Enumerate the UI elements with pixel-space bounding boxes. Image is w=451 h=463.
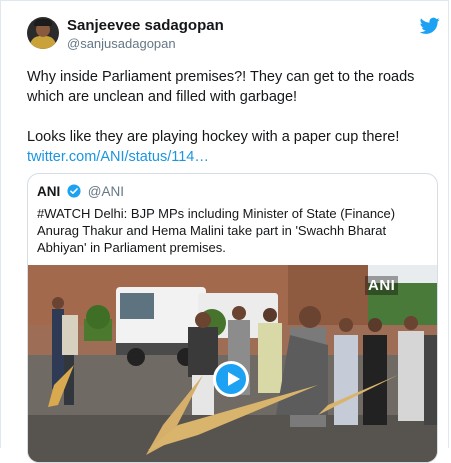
quoted-author-name: ANI: [37, 184, 61, 199]
tweet-card[interactable]: Sanjeevee sadagopan @sanjusadagopan Why …: [0, 0, 449, 463]
quoted-author-handle: @ANI: [87, 184, 124, 199]
tweet-text: Why inside Parliament premises?! They ca…: [27, 67, 437, 167]
avatar[interactable]: [27, 17, 59, 49]
quoted-header: ANI @ANI: [37, 184, 124, 199]
tweet-paragraph-1: Why inside Parliament premises?! They ca…: [27, 69, 415, 105]
twitter-bird-icon[interactable]: [420, 17, 440, 35]
quoted-text: #WATCH Delhi: BJP MPs including Minister…: [37, 206, 396, 255]
status-link[interactable]: twitter.com/ANI/status/114…: [27, 149, 209, 165]
ani-watermark: ANI: [365, 276, 399, 295]
author-handle[interactable]: @sanjusadagopan: [67, 36, 176, 51]
verified-badge-icon: [67, 184, 81, 198]
tweet-paragraph-2: Looks like they are playing hockey with …: [27, 129, 400, 145]
video-thumbnail[interactable]: ANI: [28, 265, 437, 462]
play-icon[interactable]: [213, 361, 249, 397]
author-name[interactable]: Sanjeevee sadagopan: [67, 17, 224, 34]
quoted-tweet[interactable]: ANI @ANI #WATCH Delhi: BJP MPs including…: [27, 173, 438, 463]
